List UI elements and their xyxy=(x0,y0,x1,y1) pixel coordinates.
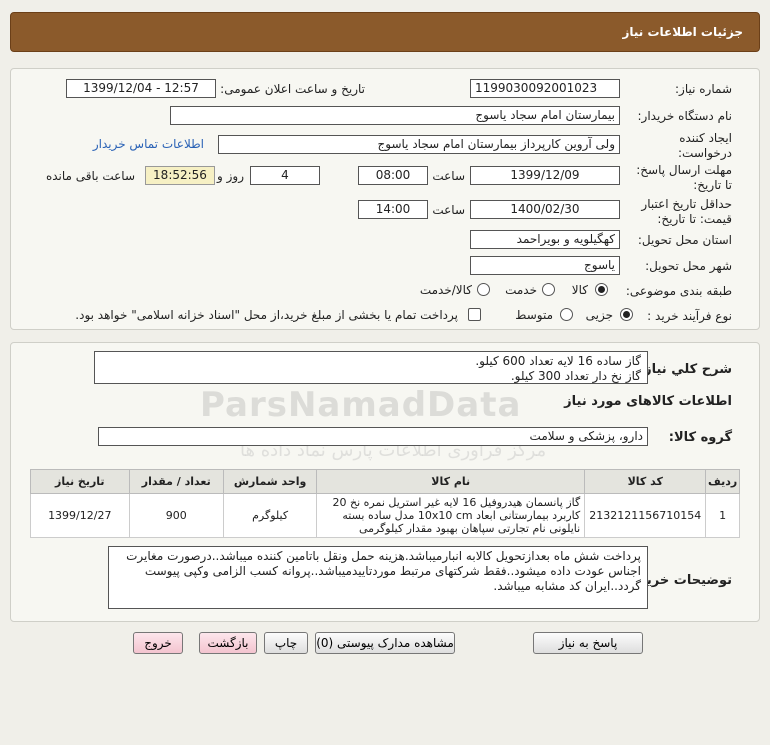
remaining-label: ساعت باقی مانده xyxy=(45,169,135,183)
deadline-label-2: تا تاریخ: xyxy=(693,178,732,192)
col-date: تاریخ نیاز xyxy=(30,469,130,494)
row-index: 1 xyxy=(705,493,740,538)
creator-label-2: درخواست: xyxy=(678,146,732,160)
page-title: جزئیات اطلاعات نیاز xyxy=(622,25,743,39)
process-option-medium: متوسط xyxy=(515,308,553,322)
category-radio-goods-service[interactable] xyxy=(477,283,490,296)
reply-button[interactable]: پاسخ به نیاز xyxy=(533,632,643,654)
col-code: کد کالا xyxy=(584,469,707,494)
category-radio-service[interactable] xyxy=(542,283,555,296)
deadline-label-1: مهلت ارسال پاسخ: xyxy=(636,163,732,177)
remaining-time-field: 18:52:56 xyxy=(145,166,215,185)
row-name: گاز پانسمان هیدروفیل 16 لایه غیر استریل … xyxy=(316,493,586,538)
need-number-field: 1199030092001023 xyxy=(470,79,620,98)
treasury-payment-note: پرداخت تمام یا بخشی از مبلغ خرید،از محل … xyxy=(75,308,458,322)
view-attachments-button[interactable]: مشاهده مدارک پیوستی (0) xyxy=(315,632,455,654)
summary-box: گاز ساده 16 لایه تعداد 600 کیلو. گاز نخ … xyxy=(94,351,648,384)
deadline-date-field: 1399/12/09 xyxy=(470,166,620,185)
goods-group-field: دارو، پزشکی و سلامت xyxy=(98,427,648,446)
row-date: 1399/12/27 xyxy=(30,493,130,538)
province-label: استان محل تحویل: xyxy=(637,233,732,247)
process-radio-medium[interactable] xyxy=(560,308,573,321)
city-field: یاسوج xyxy=(470,256,620,275)
validity-time-label: ساعت xyxy=(432,203,465,217)
creator-label-1: ایجاد کننده xyxy=(679,131,732,145)
summary-line-2: گاز نخ دار تعداد 300 کیلو. xyxy=(510,369,641,383)
exit-button[interactable]: خروج xyxy=(133,632,183,654)
validity-time-field: 14:00 xyxy=(358,200,428,219)
treasury-payment-checkbox[interactable] xyxy=(468,308,481,321)
validity-label-2: قیمت: تا تاریخ: xyxy=(657,212,732,226)
announce-field: 1399/12/04 - 12:57 xyxy=(66,79,216,98)
announce-label: تاریخ و ساعت اعلان عمومی: xyxy=(220,82,365,96)
buyer-org-label: نام دستگاه خریدار: xyxy=(637,109,733,123)
goods-table: ردیف کد کالا نام کالا واحد شمارش تعداد /… xyxy=(30,469,740,538)
process-option-minor: جزیی xyxy=(585,308,613,322)
process-label: نوع فرآیند خرید : xyxy=(647,309,732,323)
table-row: 1 2132121156710154 گاز پانسمان هیدروفیل … xyxy=(30,493,740,538)
buyer-contact-link[interactable]: اطلاعات تماس خریدار xyxy=(93,137,204,151)
col-unit: واحد شمارش xyxy=(222,469,318,494)
creator-field: ولی آروین کارپرداز بیمارستان امام سجاد ی… xyxy=(218,135,620,154)
days-field: 4 xyxy=(250,166,320,185)
deadline-time-field: 08:00 xyxy=(358,166,428,185)
col-index: ردیف xyxy=(705,469,740,494)
deadline-time-label: ساعت xyxy=(432,169,465,183)
category-option-goods: کالا xyxy=(571,283,588,297)
goods-table-header: ردیف کد کالا نام کالا واحد شمارش تعداد /… xyxy=(30,469,740,494)
col-name: نام کالا xyxy=(316,469,586,494)
days-label: روز و xyxy=(217,169,244,183)
print-button[interactable]: چاپ xyxy=(264,632,308,654)
back-button[interactable]: بازگشت xyxy=(199,632,257,654)
category-option-goods-service: کالا/خدمت xyxy=(419,283,472,297)
summary-label: شرح كلي نياز: xyxy=(638,362,732,377)
validity-date-field: 1400/02/30 xyxy=(470,200,620,219)
watermark-brand: ParsNamadData xyxy=(200,385,522,425)
goods-section-title: اطلاعات کالاهای مورد نیاز xyxy=(564,394,732,409)
validity-label-1: حداقل تاریخ اعتبار xyxy=(641,197,732,211)
category-option-service: خدمت xyxy=(505,283,537,297)
buyer-org-field: بیمارستان امام سجاد یاسوج xyxy=(170,106,620,125)
row-qty: 900 xyxy=(128,493,224,538)
row-unit: کیلوگرم xyxy=(222,493,318,538)
col-qty: تعداد / مقدار xyxy=(128,469,224,494)
province-field: کهگیلویه و بویراحمد xyxy=(470,230,620,249)
process-radio-minor[interactable] xyxy=(620,308,633,321)
page-header: جزئیات اطلاعات نیاز xyxy=(10,12,760,52)
category-label: طبقه بندی موضوعی: xyxy=(625,284,732,298)
row-code: 2132121156710154 xyxy=(584,493,707,538)
need-number-label: شماره نیاز: xyxy=(675,82,732,96)
summary-line-1: گاز ساده 16 لایه تعداد 600 کیلو. xyxy=(475,354,641,368)
goods-group-label: گروه کالا: xyxy=(668,430,732,445)
city-label: شهر محل تحویل: xyxy=(645,259,732,273)
buyer-notes-box: پرداخت شش ماه بعدازتحویل کالابه انبارمیب… xyxy=(108,546,648,609)
category-radio-goods[interactable] xyxy=(595,283,608,296)
